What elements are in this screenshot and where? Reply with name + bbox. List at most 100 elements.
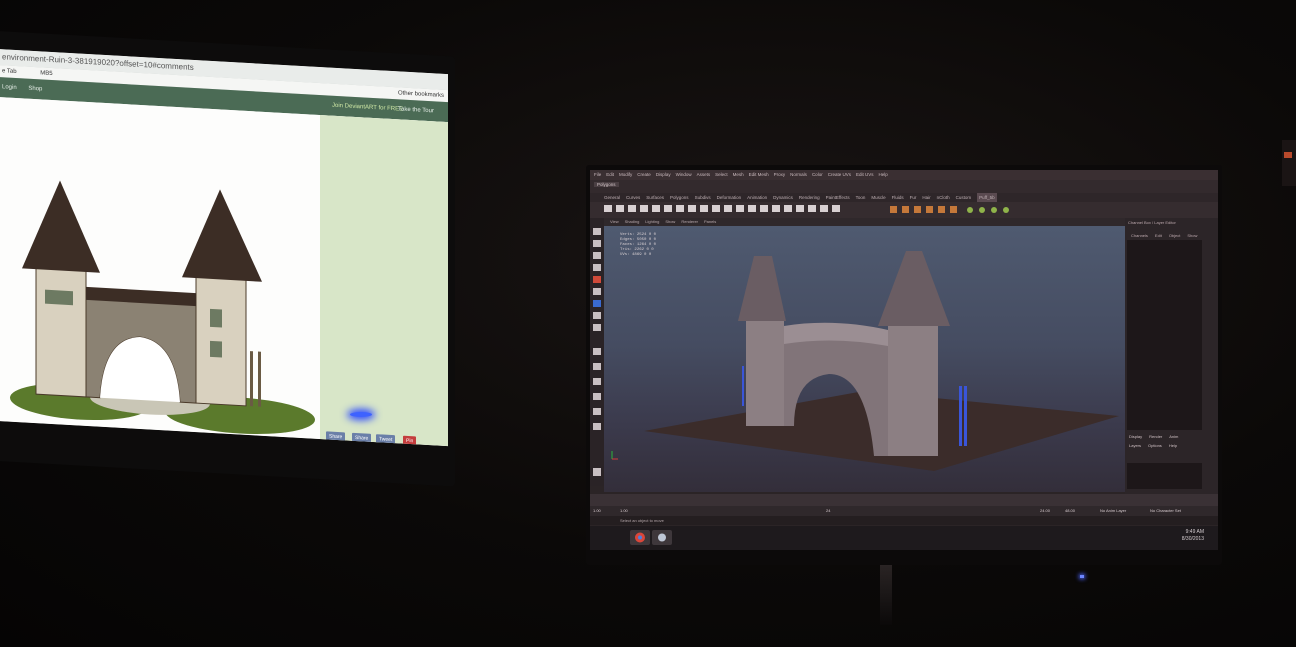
shelf-tab-surfaces[interactable]: Surfaces <box>646 193 664 202</box>
shelf-tab-painteffects[interactable]: PaintEffects <box>826 193 850 202</box>
nav-shop[interactable]: Shop <box>28 86 42 93</box>
pin-button[interactable]: Pin <box>403 435 417 447</box>
shelf-icon-strip[interactable] <box>590 202 1060 218</box>
hud-value: 0 <box>646 248 649 252</box>
third-monitor-edge <box>1282 140 1296 186</box>
layer-tab-anim[interactable]: Anim <box>1169 433 1178 441</box>
channel-list[interactable] <box>1127 240 1202 430</box>
menu-modify[interactable]: Modify <box>619 170 632 180</box>
vp-menu-renderer[interactable]: Renderer <box>681 218 698 226</box>
time-slider[interactable] <box>590 494 1218 506</box>
bookmark-tab[interactable]: e Tab <box>2 68 17 75</box>
shelf-tab-puff[interactable]: Puff_5b <box>977 193 997 202</box>
menu-edit-mesh[interactable]: Edit Mesh <box>749 170 769 180</box>
layer-tab-render[interactable]: Render <box>1149 433 1162 441</box>
shelf-tabs: General Curves Surfaces Polygons Subdivs… <box>590 193 1218 202</box>
menu-help[interactable]: Help <box>878 170 887 180</box>
shelf-tab-polygons[interactable]: Polygons <box>670 193 689 202</box>
range-start-field[interactable]: 1.00 <box>593 506 601 516</box>
menu-file[interactable]: File <box>594 170 601 180</box>
shelf-tab-fluids[interactable]: Fluids <box>892 193 904 202</box>
menu-create-uvs[interactable]: Create UVs <box>828 170 851 180</box>
menu-create[interactable]: Create <box>637 170 651 180</box>
shelf-tab-rendering[interactable]: Rendering <box>799 193 820 202</box>
menu-normals[interactable]: Normals <box>790 170 807 180</box>
menu-display[interactable]: Display <box>656 170 671 180</box>
power-led <box>350 412 372 417</box>
maya-taskbar-button[interactable] <box>652 530 672 545</box>
channel-menu-channels[interactable]: Channels <box>1131 232 1148 240</box>
shelf-tab-ncloth[interactable]: nCloth <box>937 193 950 202</box>
facebook-share-button[interactable]: Share <box>326 431 346 443</box>
shelf-tab-general[interactable]: General <box>604 193 620 202</box>
windows-taskbar: 9:49 AM 8/30/2013 <box>590 526 1218 550</box>
menu-edit[interactable]: Edit <box>606 170 614 180</box>
shelf-tab-animation[interactable]: Animation <box>747 193 767 202</box>
right-monitor: File Edit Modify Create Display Window A… <box>586 165 1222 565</box>
hud-value: 0 <box>648 253 652 257</box>
layer-menu-layers[interactable]: Layers <box>1129 442 1141 450</box>
edge-window-icon <box>1284 152 1292 158</box>
vp-menu-view[interactable]: View <box>610 218 619 226</box>
nav-login[interactable]: Login <box>2 84 17 91</box>
channel-box: Channel Box / Layer Editor Channels Edit… <box>1125 218 1218 494</box>
tour-link[interactable]: Take the Tour <box>398 99 434 121</box>
shelf-tab-curves[interactable]: Curves <box>626 193 640 202</box>
toolbox-icons[interactable] <box>590 218 604 486</box>
mode-selector[interactable]: Polygons <box>594 182 619 187</box>
shelf-tab-hair[interactable]: Hair <box>922 193 930 202</box>
range-start-field-2[interactable]: 1.00 <box>620 506 628 516</box>
shelf-tab-subdivs[interactable]: Subdivs <box>695 193 711 202</box>
layer-menu-help[interactable]: Help <box>1169 442 1177 450</box>
menu-proxy[interactable]: Proxy <box>774 170 786 180</box>
hud-value: 0 <box>653 243 657 247</box>
share-button[interactable]: Share <box>352 432 372 444</box>
character-set-dropdown[interactable]: No Character Set <box>1150 506 1181 516</box>
toolbox <box>590 218 604 486</box>
vp-menu-panels[interactable]: Panels <box>704 218 716 226</box>
anim-layer-dropdown[interactable]: No Anim Layer <box>1100 506 1126 516</box>
hud-value: 0 <box>648 243 652 247</box>
clock-time: 9:49 AM <box>1185 529 1204 535</box>
bookmark-item[interactable]: MB5 <box>40 70 52 77</box>
menu-edit-uvs[interactable]: Edit UVs <box>856 170 874 180</box>
time-end-field-2[interactable]: 48.00 <box>1065 506 1075 516</box>
layer-tab-display[interactable]: Display <box>1129 433 1142 441</box>
menu-mesh[interactable]: Mesh <box>733 170 744 180</box>
layer-menu: Layers Options Help <box>1127 442 1204 450</box>
shelf-tab-fur[interactable]: Fur <box>910 193 917 202</box>
maya-icon <box>658 533 666 542</box>
vp-menu-show[interactable]: Show <box>665 218 675 226</box>
channel-menu-edit[interactable]: Edit <box>1155 232 1162 240</box>
shelf-tab-toon[interactable]: Toon <box>856 193 866 202</box>
shelf-tab-dynamics[interactable]: Dynamics <box>773 193 793 202</box>
tweet-button[interactable]: Tweet <box>376 434 396 446</box>
menu-assets[interactable]: Assets <box>697 170 711 180</box>
channel-box-title: Channel Box / Layer Editor <box>1128 220 1176 225</box>
menu-window[interactable]: Window <box>676 170 692 180</box>
hud-value: 0 <box>653 233 657 237</box>
side-panel <box>320 115 448 447</box>
vp-menu-shading[interactable]: Shading <box>625 218 640 226</box>
hud-row: UVs: 4869 0 0 <box>620 253 656 258</box>
channel-menu-show[interactable]: Show <box>1187 232 1197 240</box>
chrome-taskbar-button[interactable] <box>630 530 650 545</box>
shelf-tab-muscle[interactable]: Muscle <box>871 193 885 202</box>
shelf-tab-custom[interactable]: Custom <box>956 193 972 202</box>
time-end-field[interactable]: 24.00 <box>1040 506 1050 516</box>
layer-list[interactable] <box>1127 463 1202 489</box>
photo-scene: environment-Ruin-3-381919020?offset=10#c… <box>0 0 1296 647</box>
system-clock[interactable]: 9:49 AM 8/30/2013 <box>1182 529 1204 543</box>
menu-color[interactable]: Color <box>812 170 823 180</box>
vp-menu-lighting[interactable]: Lighting <box>645 218 659 226</box>
3d-viewport[interactable] <box>604 226 1125 492</box>
hud-value: 1264 <box>636 243 647 247</box>
channel-menu: Channels Edit Object Show <box>1125 232 1218 240</box>
menu-select[interactable]: Select <box>715 170 728 180</box>
artwork-page: Share Share Tweet Pin <box>0 97 448 447</box>
channel-menu-object[interactable]: Object <box>1169 232 1181 240</box>
layer-menu-options[interactable]: Options <box>1148 442 1162 450</box>
shelf-tab-deformation[interactable]: Deformation <box>717 193 742 202</box>
left-monitor-screen: environment-Ruin-3-381919020?offset=10#c… <box>0 49 448 447</box>
hud-value: 0 <box>653 238 657 242</box>
